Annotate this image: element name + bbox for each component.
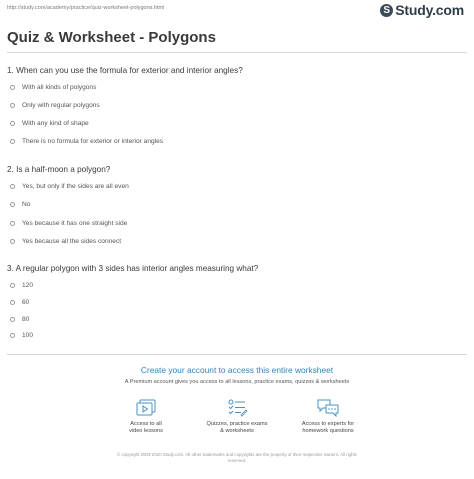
page-title: Quiz & Worksheet - Polygons <box>7 29 216 46</box>
radio-icon[interactable] <box>10 121 15 126</box>
experts-chat-icon <box>317 399 339 418</box>
question-3-option-4[interactable]: 100 <box>10 332 33 339</box>
radio-icon[interactable] <box>10 283 15 288</box>
quizzes-checklist-icon <box>228 399 248 417</box>
question-3-option-1[interactable]: 120 <box>10 282 33 289</box>
study-logo-text: Study.com <box>395 2 464 18</box>
question-2-option-1[interactable]: Yes, but only if the sides are all even <box>10 183 129 190</box>
question-2-option-2[interactable]: No <box>10 201 30 208</box>
radio-icon[interactable] <box>10 184 15 189</box>
radio-icon[interactable] <box>10 103 15 108</box>
title-divider <box>7 52 467 53</box>
study-logo-icon: S <box>380 3 394 17</box>
radio-icon[interactable] <box>10 317 15 322</box>
question-2-text: 2. Is a half-moon a polygon? <box>7 165 111 174</box>
feature-label-line1: Access to experts for <box>301 421 355 427</box>
question-3-text: 3. A regular polygon with 3 sides has in… <box>7 264 259 273</box>
feature-experts: Access to experts for homework questions <box>273 398 383 435</box>
question-2-option-3[interactable]: Yes because it has one straight side <box>10 220 127 227</box>
question-1-option-1[interactable]: With all kinds of polygons <box>10 84 96 91</box>
radio-icon[interactable] <box>10 333 15 338</box>
question-3-option-2[interactable]: 60 <box>10 299 29 306</box>
question-3-option-3[interactable]: 80 <box>10 316 29 323</box>
cta-title[interactable]: Create your account to access this entir… <box>0 365 474 375</box>
radio-icon[interactable] <box>10 139 15 144</box>
question-1-option-3[interactable]: With any kind of shape <box>10 120 89 127</box>
radio-icon[interactable] <box>10 300 15 305</box>
study-logo[interactable]: S Study.com <box>380 2 464 18</box>
cta-subtitle: A Premium account gives you access to al… <box>124 379 350 385</box>
question-1-text: 1. When can you use the formula for exte… <box>7 66 243 75</box>
cta-divider <box>7 354 467 355</box>
copyright-footer: © copyright 2003-2020 Study.com. All oth… <box>90 452 384 464</box>
question-1-option-2[interactable]: Only with regular polygons <box>10 102 100 109</box>
radio-icon[interactable] <box>10 239 15 244</box>
radio-icon[interactable] <box>10 221 15 226</box>
radio-icon[interactable] <box>10 85 15 90</box>
feature-label-line2: homework questions <box>302 428 354 434</box>
page-url: http://study.com/academy/practice/quiz-w… <box>7 5 165 11</box>
question-1-option-4[interactable]: There is no formula for exterior or inte… <box>10 138 163 145</box>
radio-icon[interactable] <box>10 202 15 207</box>
copyright-line2: reserved. <box>227 458 247 463</box>
question-2-option-4[interactable]: Yes because all the sides connect <box>10 238 121 245</box>
video-lessons-icon <box>136 399 156 416</box>
